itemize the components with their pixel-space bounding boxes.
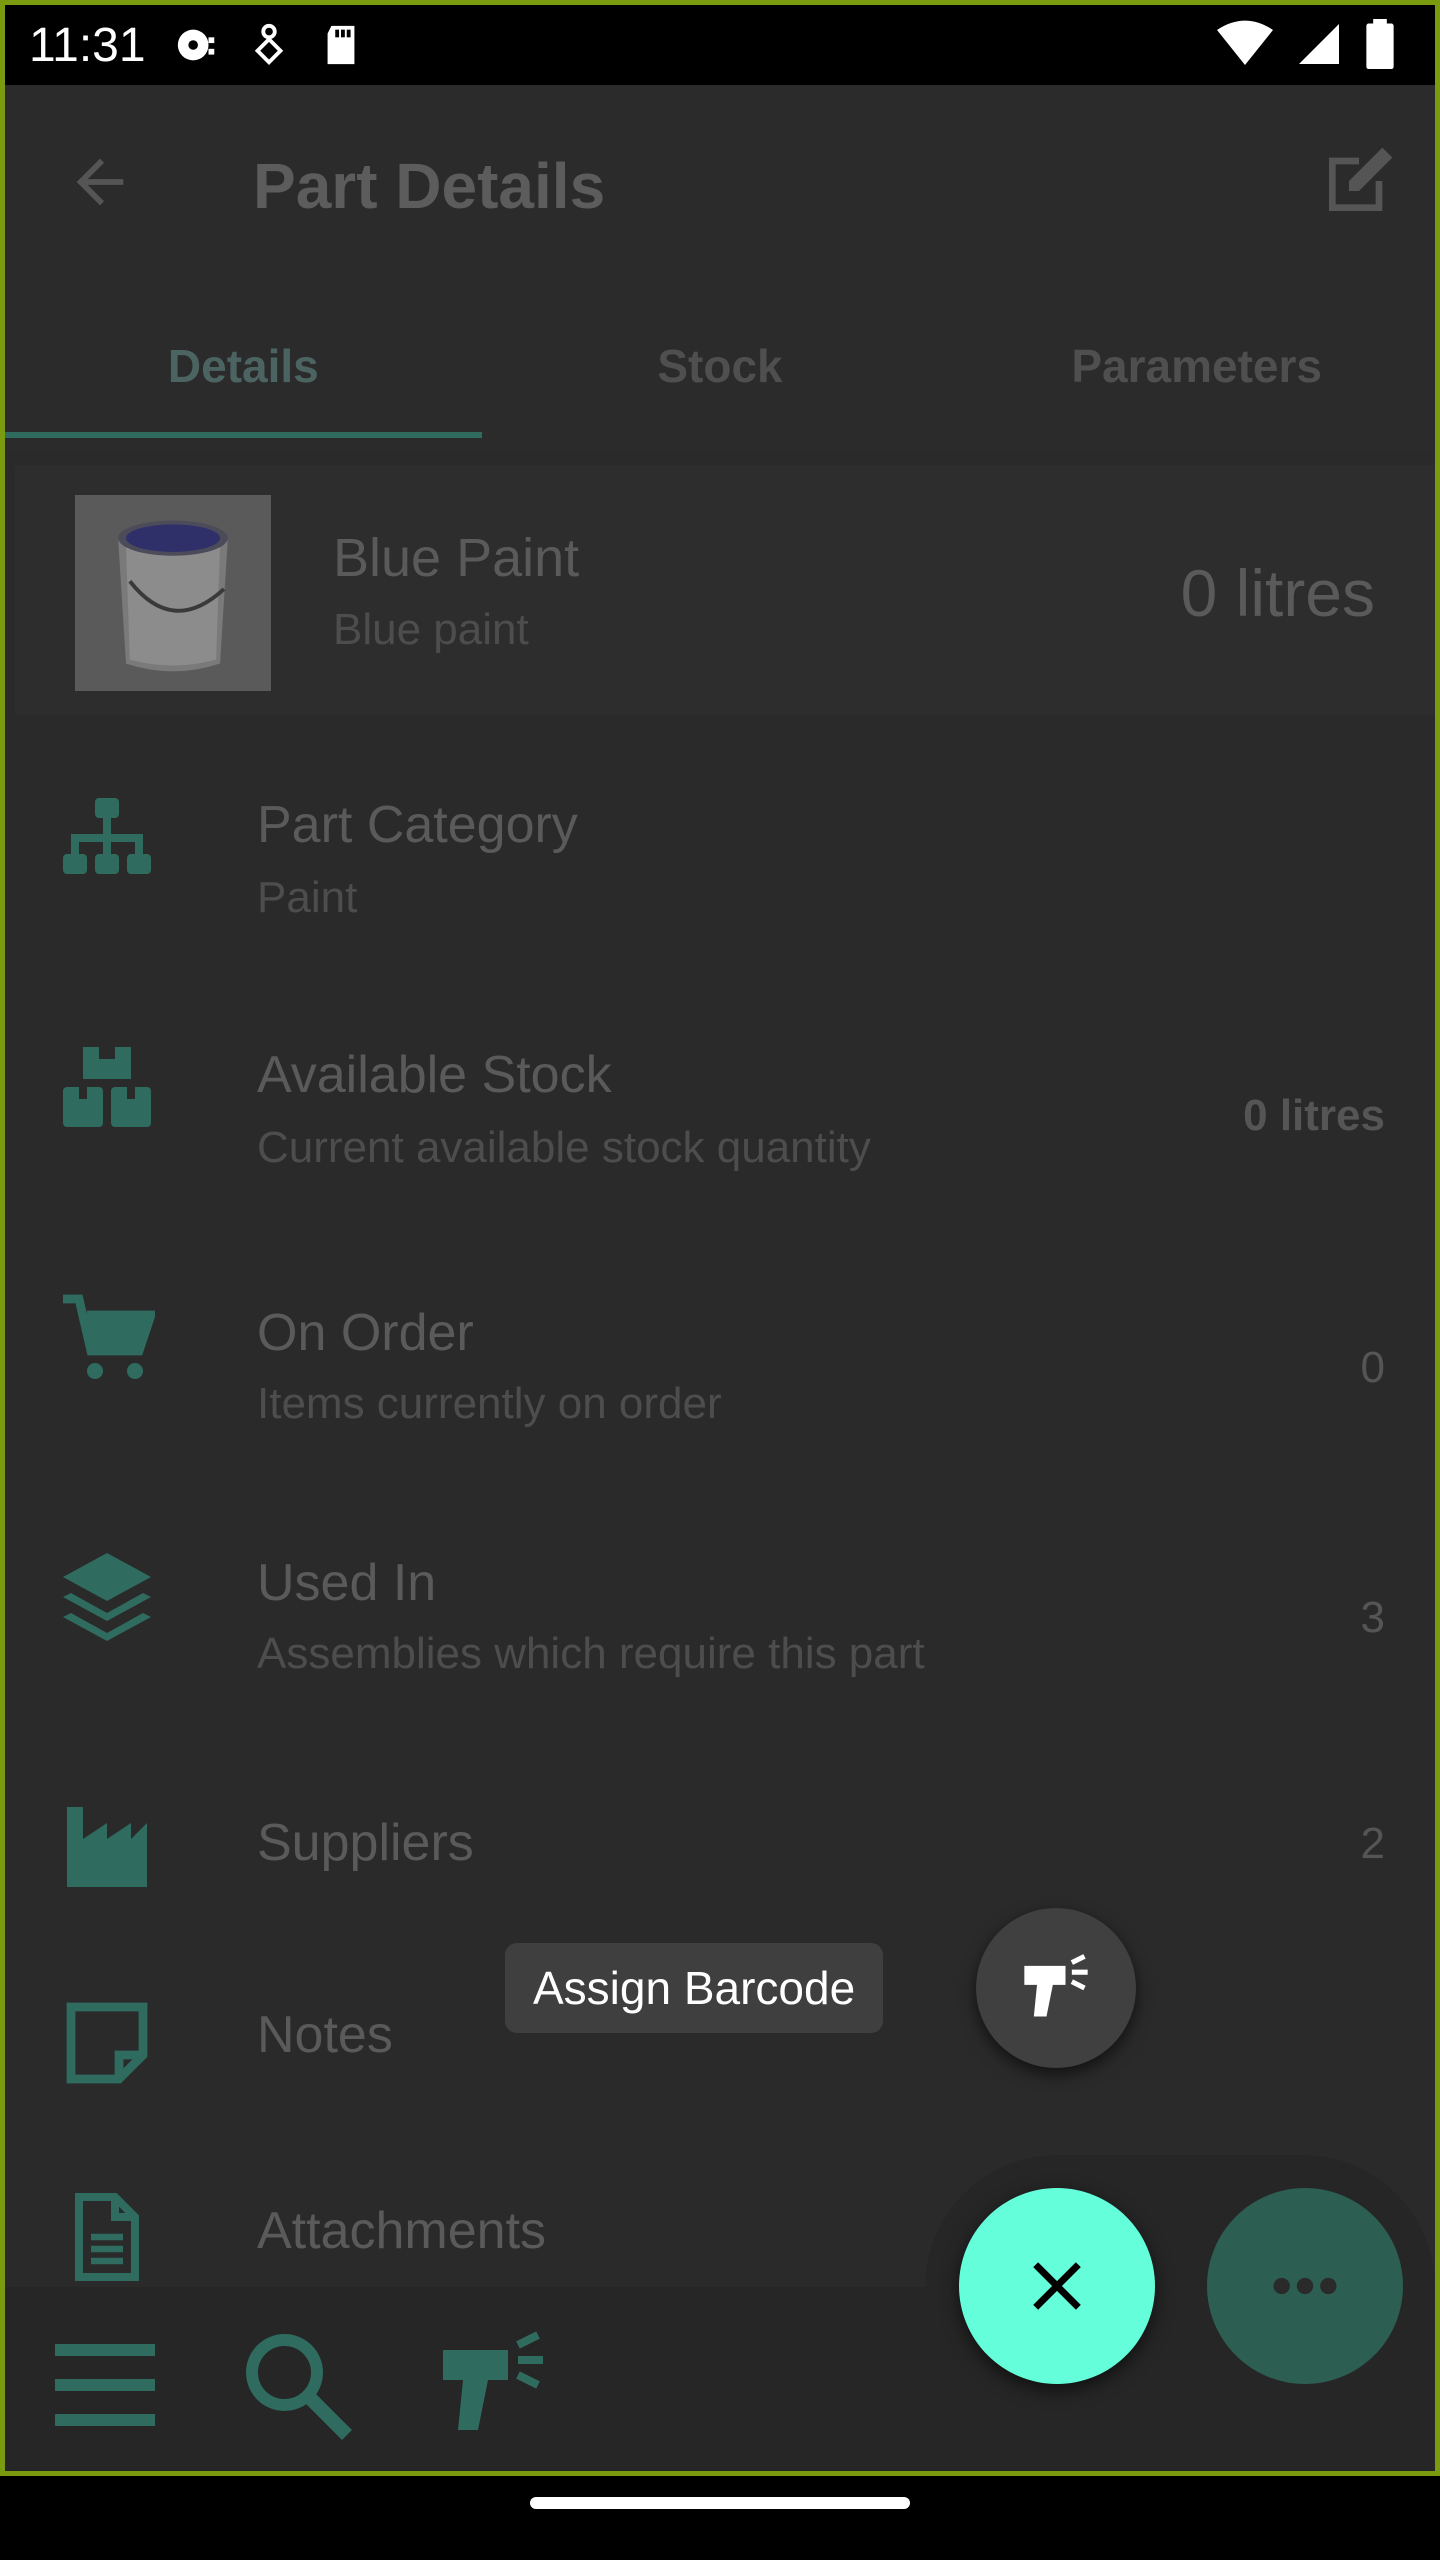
close-icon <box>1033 2262 1081 2310</box>
row-on-order[interactable]: On Order Items currently on order 0 <box>5 1229 1435 1479</box>
tab-parameters[interactable]: Parameters <box>958 285 1435 450</box>
close-speed-dial-button[interactable] <box>959 2188 1155 2384</box>
file-icon <box>75 2193 139 2281</box>
industry-icon <box>67 1807 147 1887</box>
barcode-scanner-icon <box>1024 1954 1088 2017</box>
page-title: Part Details <box>253 150 606 222</box>
row-title: Part Category <box>257 796 578 854</box>
row-title: Available Stock <box>257 1046 612 1104</box>
row-title: Attachments <box>257 2202 547 2260</box>
row-title: Notes <box>257 2006 393 2064</box>
row-subtitle: Current available stock quantity <box>257 1123 871 1172</box>
layers-icon <box>63 1553 151 1641</box>
part-header-card[interactable]: Blue Paint Blue paint 0 litres <box>15 465 1435 715</box>
signal-icon <box>1299 24 1339 64</box>
note-icon <box>66 2002 148 2084</box>
edit-icon[interactable] <box>1319 141 1399 221</box>
row-value: 3 <box>1360 1593 1385 1642</box>
boxes-icon <box>63 1047 151 1127</box>
row-value: 0 litres <box>1243 1091 1385 1140</box>
status-bar: 11:31 <box>5 5 1435 85</box>
part-name: Blue Paint <box>333 528 580 588</box>
part-description: Blue paint <box>333 605 529 654</box>
usb-debug-icon <box>254 23 283 65</box>
row-title: Suppliers <box>257 1814 474 1872</box>
sync-icon <box>177 29 214 61</box>
part-thumbnail <box>75 495 271 691</box>
app-frame: 11:31 Part Details Details Stock Paramet… <box>0 0 1440 2476</box>
row-value: 0 <box>1360 1343 1385 1392</box>
row-subtitle: Assemblies which require this part <box>257 1629 925 1678</box>
row-part-category[interactable]: Part Category Paint <box>5 725 1435 975</box>
row-available-stock[interactable]: Available Stock Current available stock … <box>5 977 1435 1227</box>
assign-barcode-tooltip[interactable]: Assign Barcode <box>505 1943 884 2033</box>
row-subtitle: Items currently on order <box>257 1379 722 1428</box>
tab-bar: Details Stock Parameters <box>5 285 1435 450</box>
sd-card-icon <box>327 25 354 65</box>
assign-barcode-button[interactable] <box>976 1908 1136 2068</box>
gesture-nav-handle[interactable] <box>530 2497 910 2509</box>
sitemap-icon <box>63 798 151 874</box>
back-arrow-icon[interactable] <box>65 147 135 217</box>
battery-icon <box>1366 19 1394 69</box>
app-bar: Part Details <box>5 85 1435 285</box>
status-time: 11:31 <box>29 18 146 72</box>
barcode-scanner-icon[interactable] <box>433 2325 553 2445</box>
menu-icon[interactable] <box>45 2325 165 2445</box>
cart-icon <box>63 1294 155 1379</box>
row-subtitle: Paint <box>257 873 358 922</box>
search-icon[interactable] <box>237 2325 357 2445</box>
more-actions-button[interactable] <box>1207 2188 1403 2384</box>
row-value: 2 <box>1360 1819 1385 1868</box>
row-title: Used In <box>257 1554 437 1612</box>
paint-can-image <box>75 495 271 691</box>
part-quantity: 0 litres <box>1180 556 1375 630</box>
row-title: On Order <box>257 1304 474 1362</box>
tab-stock[interactable]: Stock <box>482 285 959 450</box>
wifi-icon <box>1217 20 1273 66</box>
more-horizontal-icon <box>1273 2277 1337 2295</box>
tab-details[interactable]: Details <box>5 285 482 450</box>
row-used-in[interactable]: Used In Assemblies which require this pa… <box>5 1481 1435 1731</box>
